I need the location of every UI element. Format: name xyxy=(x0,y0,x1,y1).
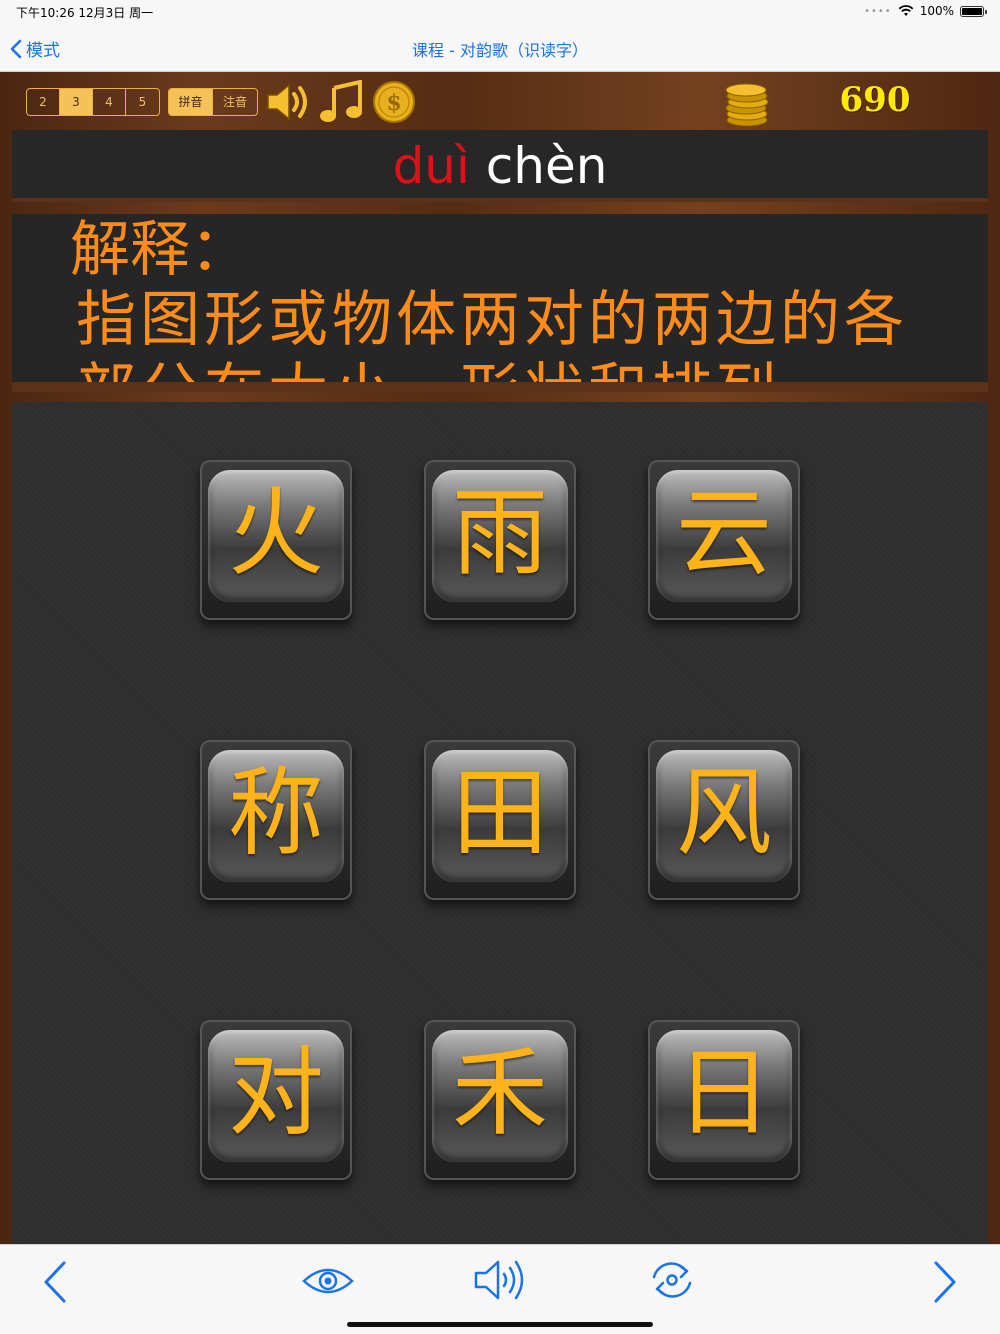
tile-character: 对 xyxy=(228,1037,324,1149)
tile-character: 云 xyxy=(676,477,772,589)
character-tile[interactable]: 田 xyxy=(424,740,576,900)
phonetic-segmented-control: 拼音 注音 xyxy=(168,88,258,116)
speaker-icon xyxy=(474,1260,524,1300)
tile-character: 禾 xyxy=(452,1037,548,1149)
explanation-panel[interactable]: 解释： 指图形或物体两对的两边的各部分在大小、形状和排列 xyxy=(12,214,988,392)
lesson-board: 2 3 4 5 拼音 注音 $ 690 duì chèn 解释： 指图形或物体两… xyxy=(0,72,1000,1244)
battery-icon xyxy=(960,5,987,17)
count-option-2[interactable]: 2 xyxy=(27,89,60,115)
phonetic-option-pinyin[interactable]: 拼音 xyxy=(169,89,213,115)
svg-text:$: $ xyxy=(386,90,401,116)
reveal-button[interactable] xyxy=(302,1265,354,1301)
tile-character: 称 xyxy=(228,757,324,869)
coin-button[interactable]: $ xyxy=(372,80,416,128)
battery-percent: 100% xyxy=(919,4,954,18)
next-button[interactable] xyxy=(928,1259,962,1309)
character-tile[interactable]: 禾 xyxy=(424,1020,576,1180)
pinyin-panel: duì chèn xyxy=(12,130,988,202)
refresh-button[interactable] xyxy=(644,1257,700,1307)
status-time: 下午10:26 12月3日 周一 xyxy=(16,6,154,20)
tile-character: 风 xyxy=(676,757,772,869)
tile-character: 日 xyxy=(676,1037,772,1149)
eye-icon xyxy=(302,1268,354,1294)
chevron-left-icon xyxy=(44,1261,66,1303)
pinyin-syllable-1: duì xyxy=(392,137,470,195)
character-tile[interactable]: 雨 xyxy=(424,460,576,620)
score-value: 690 xyxy=(839,80,911,120)
speaker-button[interactable] xyxy=(264,80,314,128)
pinyin-syllable-2: chèn xyxy=(485,137,608,195)
tile-character: 田 xyxy=(452,757,548,869)
character-tile[interactable]: 日 xyxy=(648,1020,800,1180)
character-tile[interactable]: 风 xyxy=(648,740,800,900)
home-indicator xyxy=(347,1322,653,1327)
count-option-3[interactable]: 3 xyxy=(60,89,93,115)
tile-character: 火 xyxy=(228,477,324,589)
music-note-icon xyxy=(320,79,362,122)
music-button[interactable] xyxy=(318,79,366,128)
navigation-bar: 模式 课程 - 对韵歌（识读字） xyxy=(0,26,1000,72)
previous-button[interactable] xyxy=(38,1259,72,1309)
count-option-4[interactable]: 4 xyxy=(93,89,126,115)
character-grid: 火 雨 云 称 田 风 对 禾 日 xyxy=(12,402,988,1244)
character-tile[interactable]: 称 xyxy=(200,740,352,900)
pinyin-display: duì chèn xyxy=(12,136,988,196)
character-tile[interactable]: 云 xyxy=(648,460,800,620)
tile-character: 雨 xyxy=(452,477,548,589)
dollar-coin-icon: $ xyxy=(373,81,415,123)
status-bar: 下午10:26 12月3日 周一 •••• 100% xyxy=(0,0,1000,26)
count-segmented-control: 2 3 4 5 xyxy=(26,88,160,116)
game-toolbar: 2 3 4 5 拼音 注音 $ 690 xyxy=(0,72,1000,130)
status-right: •••• 100% xyxy=(864,4,987,18)
coin-stack-icon xyxy=(722,78,772,132)
character-tile[interactable]: 火 xyxy=(200,460,352,620)
wifi-icon xyxy=(898,5,914,16)
page-title: 课程 - 对韵歌（识读字） xyxy=(412,41,588,60)
character-tile[interactable]: 对 xyxy=(200,1020,352,1180)
rotate-arrows-icon xyxy=(652,1262,692,1298)
speaker-icon xyxy=(267,83,307,121)
chevron-right-icon xyxy=(934,1261,956,1303)
play-sound-button[interactable] xyxy=(472,1257,528,1307)
explanation-text: 指图形或物体两对的两边的各部分在大小、形状和排列 xyxy=(76,285,908,392)
app-screen: 下午10:26 12月3日 周一 •••• 100% 模式 课程 - 对韵歌（识… xyxy=(0,0,1000,1334)
bottom-toolbar xyxy=(0,1244,1000,1334)
count-option-5[interactable]: 5 xyxy=(126,89,159,115)
signal-icon: •••• xyxy=(864,5,892,17)
phonetic-option-zhuyin[interactable]: 注音 xyxy=(213,89,257,115)
explanation-heading: 解释： xyxy=(70,215,250,285)
